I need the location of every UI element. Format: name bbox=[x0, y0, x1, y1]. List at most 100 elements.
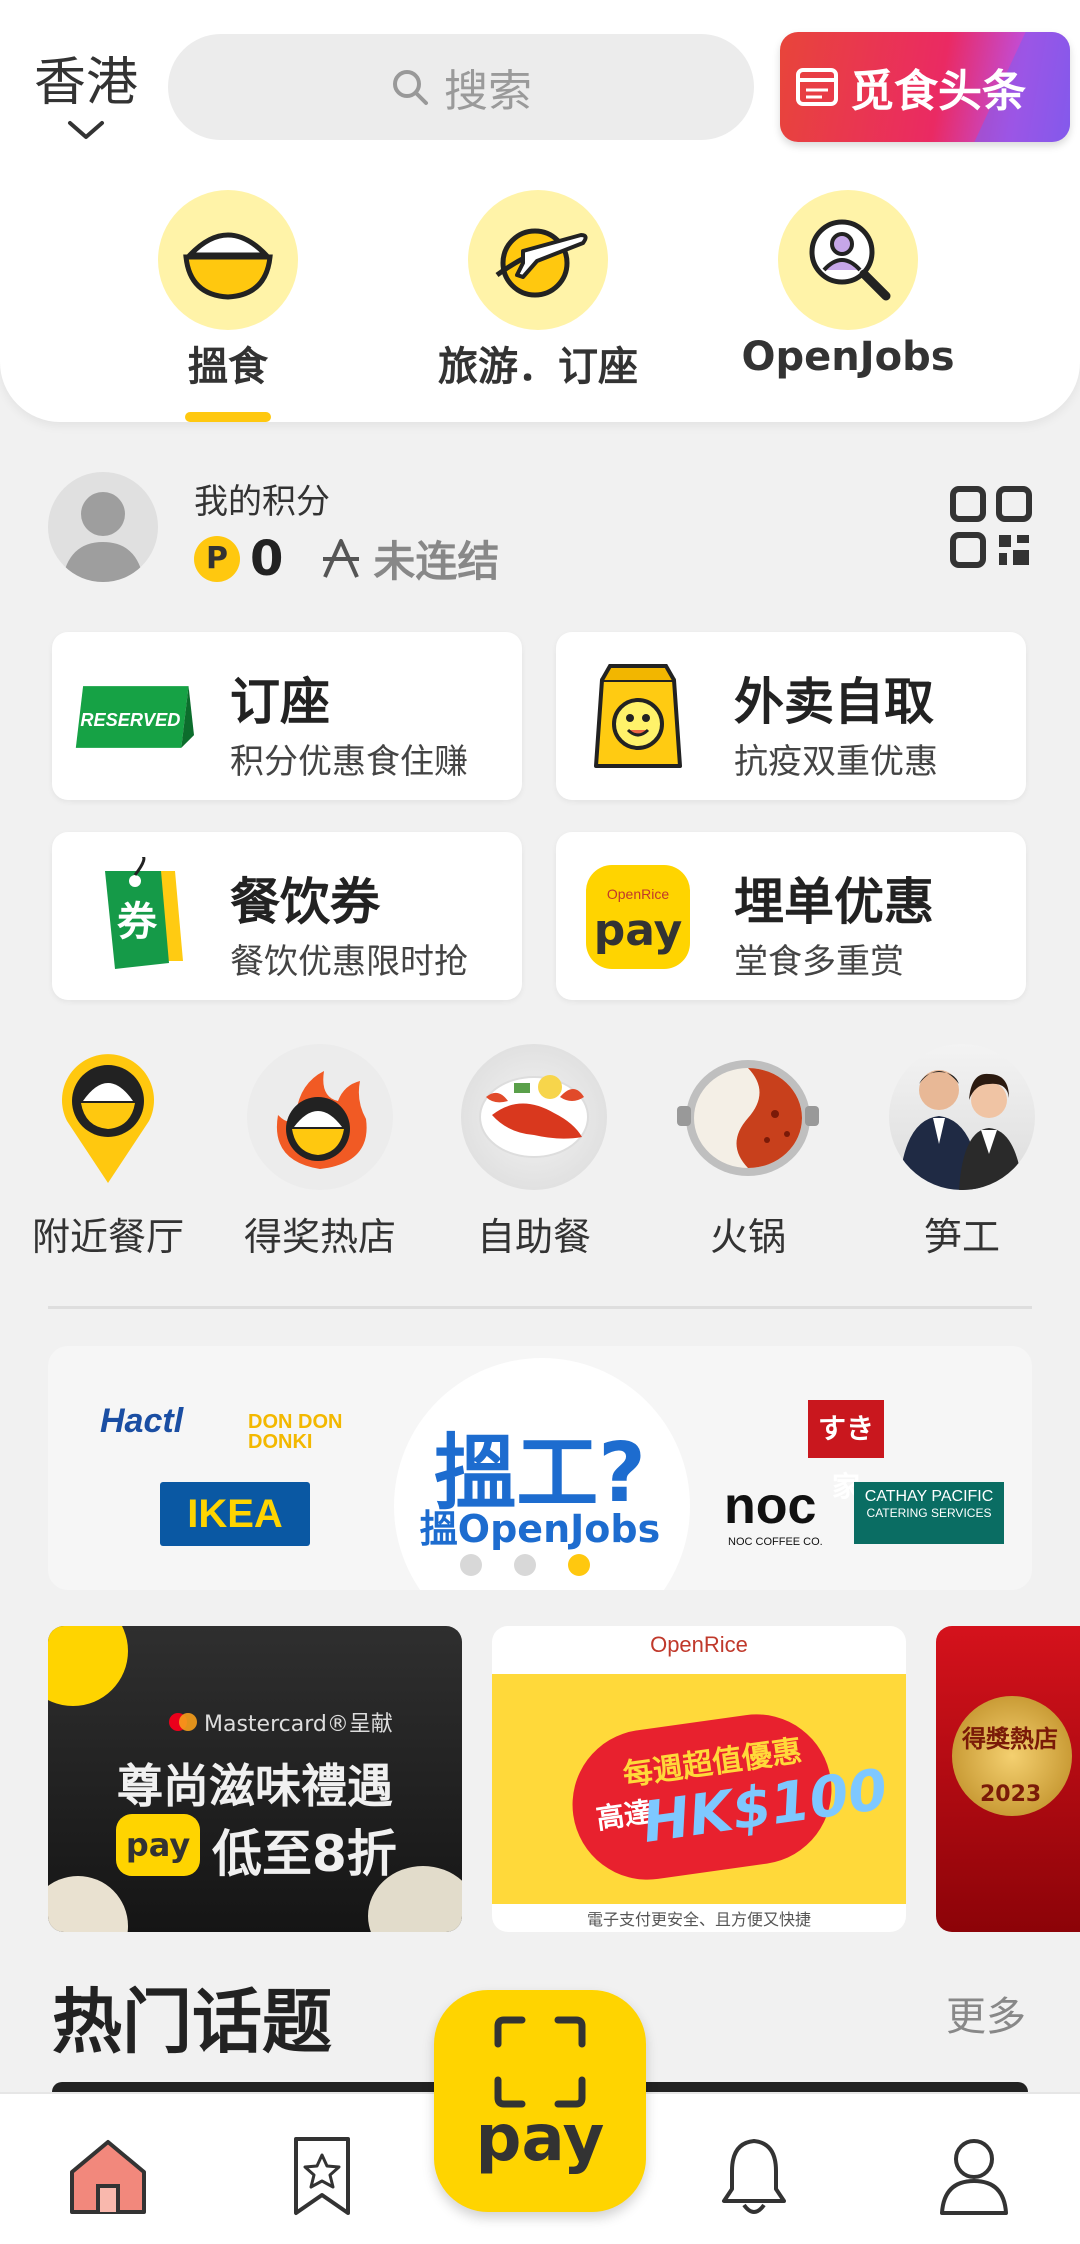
logo-hactl: Hactl bbox=[100, 1402, 184, 1440]
reserved-sign-icon: RESERVED bbox=[75, 686, 194, 748]
news-icon bbox=[796, 68, 838, 106]
svg-text:pay: pay bbox=[594, 905, 683, 956]
points-summary[interactable]: P 0 未连结 bbox=[194, 528, 499, 589]
search-placeholder: 搜索 bbox=[444, 66, 532, 117]
link-status: 未连结 bbox=[373, 537, 500, 586]
card-subtitle: 堂食多重赏 bbox=[734, 942, 904, 982]
voucher-tag-icon: 券 bbox=[105, 857, 183, 969]
openrice-pay-icon: OpenRice pay bbox=[586, 865, 690, 969]
card-subtitle: 抗疫双重优惠 bbox=[734, 742, 938, 782]
category-tab-openjobs[interactable]: OpenJobs bbox=[728, 190, 968, 380]
chevron-down-icon bbox=[68, 121, 104, 139]
logo-noc: noc bbox=[724, 1477, 817, 1535]
lobster-icon bbox=[479, 1075, 589, 1158]
logo-ikea: IKEA bbox=[160, 1482, 310, 1546]
logo-cathay: CATHAY PACIFIC CATERING SERVICES bbox=[854, 1482, 1004, 1544]
active-tab-indicator bbox=[185, 412, 271, 422]
quicklink-nearby[interactable]: 附近餐厅 bbox=[8, 1044, 208, 1261]
promo-title: 尊尚滋味禮遇 bbox=[117, 1759, 393, 1813]
promo-card-weekly-deal[interactable]: OpenRice 每週超值優惠 高達 HK$100 電子支付更安全、且方便又快捷 bbox=[492, 1626, 906, 1932]
promo-card-award[interactable]: 得獎熱店 2023 bbox=[936, 1626, 1080, 1932]
category-tab-travel[interactable]: 旅游．订座 bbox=[418, 190, 658, 392]
points-coin-icon: P bbox=[194, 535, 240, 582]
avatar[interactable] bbox=[48, 472, 158, 582]
quicklink-buffet[interactable]: 自助餐 bbox=[434, 1044, 634, 1261]
card-title: 外卖自取 bbox=[734, 673, 934, 731]
quicklink-hotpot[interactable]: 火锅 bbox=[648, 1044, 848, 1261]
quicklink-jobs[interactable]: 笋工 bbox=[862, 1044, 1062, 1261]
promo-brand: OpenRice bbox=[650, 1632, 748, 1657]
card-title: 餐饮券 bbox=[230, 873, 380, 931]
carousel-dot[interactable] bbox=[514, 1554, 536, 1576]
service-card-pay-discount[interactable]: OpenRice pay 埋单优惠 堂食多重赏 bbox=[556, 832, 1026, 1000]
plane-icon bbox=[495, 228, 588, 298]
home-icon bbox=[70, 2140, 146, 2214]
mastercard-logo-icon bbox=[169, 1713, 197, 1731]
openjobs-banner[interactable]: 搵工? 搵OpenJobs Hactl DON DON DONKI IKEA す… bbox=[48, 1346, 1032, 1590]
category-label: 旅游．订座 bbox=[438, 344, 638, 390]
svg-text:RESERVED: RESERVED bbox=[80, 710, 180, 730]
quicklink-award-winning[interactable]: 得奖热店 bbox=[220, 1044, 420, 1261]
service-card-takeaway[interactable]: 外卖自取 抗疫双重优惠 bbox=[556, 632, 1026, 800]
news-badge-label: 觅食头条 bbox=[850, 66, 1026, 117]
region-label: 香港 bbox=[33, 53, 138, 113]
top-header: 香港 搜索 觅食头条 搵食 旅游．订座 OpenJobs bbox=[0, 0, 1080, 422]
promo-brand: Mastercard®呈献 bbox=[204, 1712, 393, 1737]
card-subtitle: 积分优惠食住赚 bbox=[230, 742, 468, 782]
promo-year: 2023 bbox=[980, 1782, 1042, 1807]
quicklink-label: 附近餐厅 bbox=[31, 1215, 184, 1259]
bookmark-star-icon bbox=[294, 2137, 350, 2215]
search-icon bbox=[393, 70, 428, 105]
promo-pay-badge: pay bbox=[116, 1814, 200, 1876]
fire-bowl-icon bbox=[276, 1071, 367, 1169]
nav-home[interactable] bbox=[58, 2126, 158, 2226]
service-card-reservation[interactable]: RESERVED 订座 积分优惠食住赚 bbox=[52, 632, 522, 800]
card-subtitle: 餐饮优惠限时抢 bbox=[230, 942, 468, 982]
unlinked-icon bbox=[323, 538, 360, 578]
card-title: 订座 bbox=[230, 673, 330, 731]
category-label: 搵食 bbox=[188, 344, 268, 390]
category-label: OpenJobs bbox=[741, 334, 955, 380]
location-pin-icon bbox=[61, 1054, 154, 1183]
logo-noc-caption: NOC COFFEE CO. bbox=[728, 1536, 823, 1548]
scan-pay-button[interactable]: pay bbox=[434, 1990, 646, 2212]
svg-text:OpenRice: OpenRice bbox=[607, 886, 669, 902]
scan-frame-icon bbox=[494, 2016, 586, 2108]
nav-bookmarks[interactable] bbox=[272, 2126, 372, 2226]
promo-discount: 低至8折 bbox=[212, 1825, 397, 1883]
carousel-dot-active[interactable] bbox=[568, 1554, 590, 1576]
logo-donki: DON DON DONKI bbox=[248, 1411, 343, 1453]
promo-title: 得獎熱店 bbox=[962, 1725, 1058, 1753]
default-avatar-icon bbox=[62, 492, 144, 582]
pay-label: pay bbox=[475, 2102, 605, 2176]
quicklink-label: 火锅 bbox=[709, 1215, 786, 1259]
quicklink-label: 笋工 bbox=[923, 1215, 1000, 1259]
category-tab-food[interactable]: 搵食 bbox=[108, 190, 348, 422]
logo-sukiya: すき家 bbox=[808, 1400, 884, 1502]
svg-text:券: 券 bbox=[117, 899, 158, 945]
quicklink-label: 得奖热店 bbox=[243, 1215, 396, 1259]
promo-card-mastercard[interactable]: Mastercard®呈献 尊尚滋味禮遇 pay 低至8折 bbox=[48, 1626, 462, 1932]
hot-topics-title: 热门话题 bbox=[52, 1981, 332, 2063]
hot-topics-more-link[interactable]: 更多 bbox=[946, 1984, 1026, 2042]
takeaway-bag-icon bbox=[594, 664, 682, 768]
staff-icon bbox=[899, 1070, 1023, 1190]
points-title: 我的积分 bbox=[194, 482, 330, 522]
bell-icon bbox=[722, 2139, 786, 2214]
points-value: 0 bbox=[250, 530, 284, 587]
service-card-voucher[interactable]: 券 餐饮券 餐饮优惠限时抢 bbox=[52, 832, 522, 1000]
news-headline-button[interactable]: 觅食头条 bbox=[780, 32, 1070, 142]
promo-footnote: 電子支付更安全、且方便又快捷 bbox=[586, 1910, 811, 1929]
hotpot-icon bbox=[677, 1060, 819, 1176]
profile-icon bbox=[940, 2139, 1008, 2215]
rice-bowl-icon bbox=[183, 232, 273, 300]
section-divider bbox=[48, 1306, 1032, 1309]
carousel-dot[interactable] bbox=[460, 1554, 482, 1576]
magnifier-person-icon bbox=[809, 219, 891, 301]
nav-notifications[interactable] bbox=[704, 2126, 804, 2226]
qr-code-icon[interactable] bbox=[950, 486, 1032, 568]
card-title: 埋单优惠 bbox=[734, 873, 934, 931]
search-bar[interactable]: 搜索 bbox=[168, 34, 754, 140]
region-selector[interactable]: 香港 bbox=[30, 40, 142, 141]
nav-profile[interactable] bbox=[924, 2126, 1024, 2226]
